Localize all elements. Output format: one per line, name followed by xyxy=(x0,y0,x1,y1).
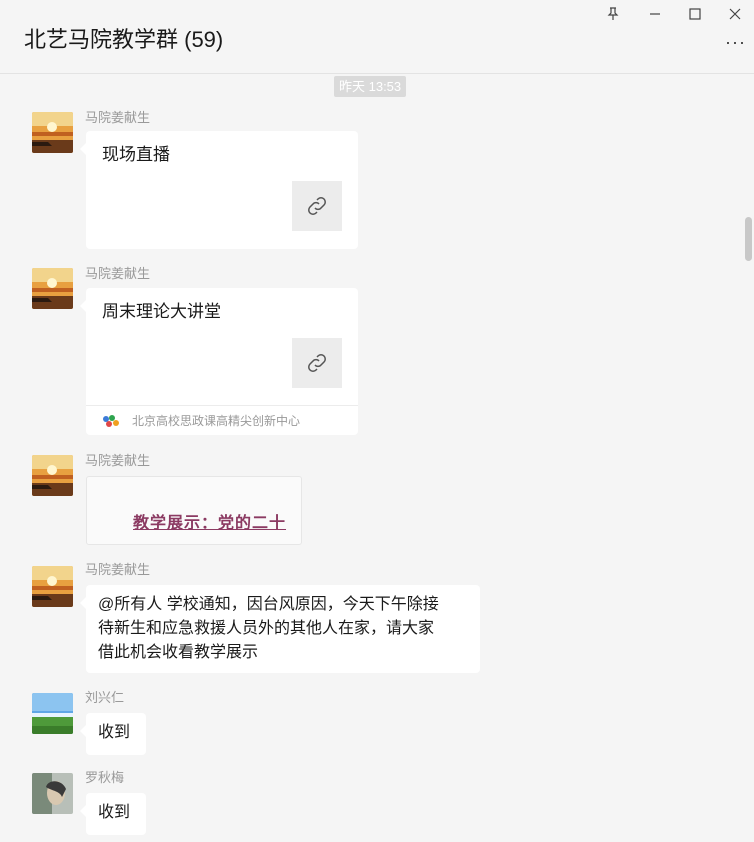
message-line: 待新生和应急救援人员外的其他人在家，请大家 xyxy=(98,620,435,637)
pin-icon[interactable] xyxy=(600,4,626,24)
close-icon[interactable] xyxy=(722,4,748,24)
avatar[interactable] xyxy=(32,112,73,153)
link-card-source: 北京高校思政课高精尖创新中心 xyxy=(86,405,358,435)
avatar[interactable] xyxy=(32,455,73,496)
sender-name: 马院姜献生 xyxy=(85,453,151,468)
image-message[interactable]: 教学展示：党的二十 xyxy=(86,476,302,545)
text-message[interactable]: 收到 xyxy=(80,713,146,755)
message-text: 收到 xyxy=(98,724,131,741)
link-icon xyxy=(292,181,342,231)
link-card-message[interactable]: 周末理论大讲堂 北京高校思政课高精尖创新中心 xyxy=(80,288,358,435)
maximize-icon[interactable] xyxy=(682,4,708,24)
text-message[interactable]: 收到 xyxy=(80,793,146,835)
avatar[interactable] xyxy=(32,693,73,734)
link-card-source-name: 北京高校思政课高精尖创新中心 xyxy=(132,413,301,428)
message-line: 借此机会收看教学展示 xyxy=(98,644,259,661)
sender-name: 刘兴仁 xyxy=(85,690,125,705)
avatar[interactable] xyxy=(32,773,73,814)
link-card-title: 现场直播 xyxy=(102,145,170,164)
avatar[interactable] xyxy=(32,268,73,309)
message-line: @所有人 学校通知，因台风原因，今天下午除接 xyxy=(98,596,439,613)
chat-title: 北艺马院教学群 (59) xyxy=(24,27,224,52)
more-options-button[interactable]: ··· xyxy=(725,32,746,53)
minimize-icon[interactable] xyxy=(642,4,668,24)
avatar[interactable] xyxy=(32,566,73,607)
sender-name: 马院姜献生 xyxy=(85,266,151,281)
timestamp-badge: 昨天 13:53 xyxy=(334,76,407,97)
link-icon xyxy=(292,338,342,388)
sender-name: 罗秋梅 xyxy=(85,770,125,785)
sender-name: 马院姜献生 xyxy=(85,562,151,577)
link-card-title: 周末理论大讲堂 xyxy=(102,302,221,321)
chat-header: 北艺马院教学群 (59) ··· xyxy=(0,0,754,74)
link-card-message[interactable]: 现场直播 xyxy=(80,131,358,249)
image-message-text: 教学展示：党的二十 xyxy=(133,515,287,532)
scrollbar-thumb[interactable] xyxy=(745,217,752,261)
text-message[interactable]: @所有人 学校通知，因台风原因，今天下午除接 待新生和应急救援人员外的其他人在家… xyxy=(80,585,480,673)
sender-name: 马院姜献生 xyxy=(85,110,151,125)
message-text: 收到 xyxy=(98,804,131,821)
source-logo-icon xyxy=(103,414,119,427)
chat-message-list[interactable]: 昨天 13:53 马院姜献生 现场直播 马院姜献生 周末理论大讲堂 北京高校思政… xyxy=(0,75,754,842)
